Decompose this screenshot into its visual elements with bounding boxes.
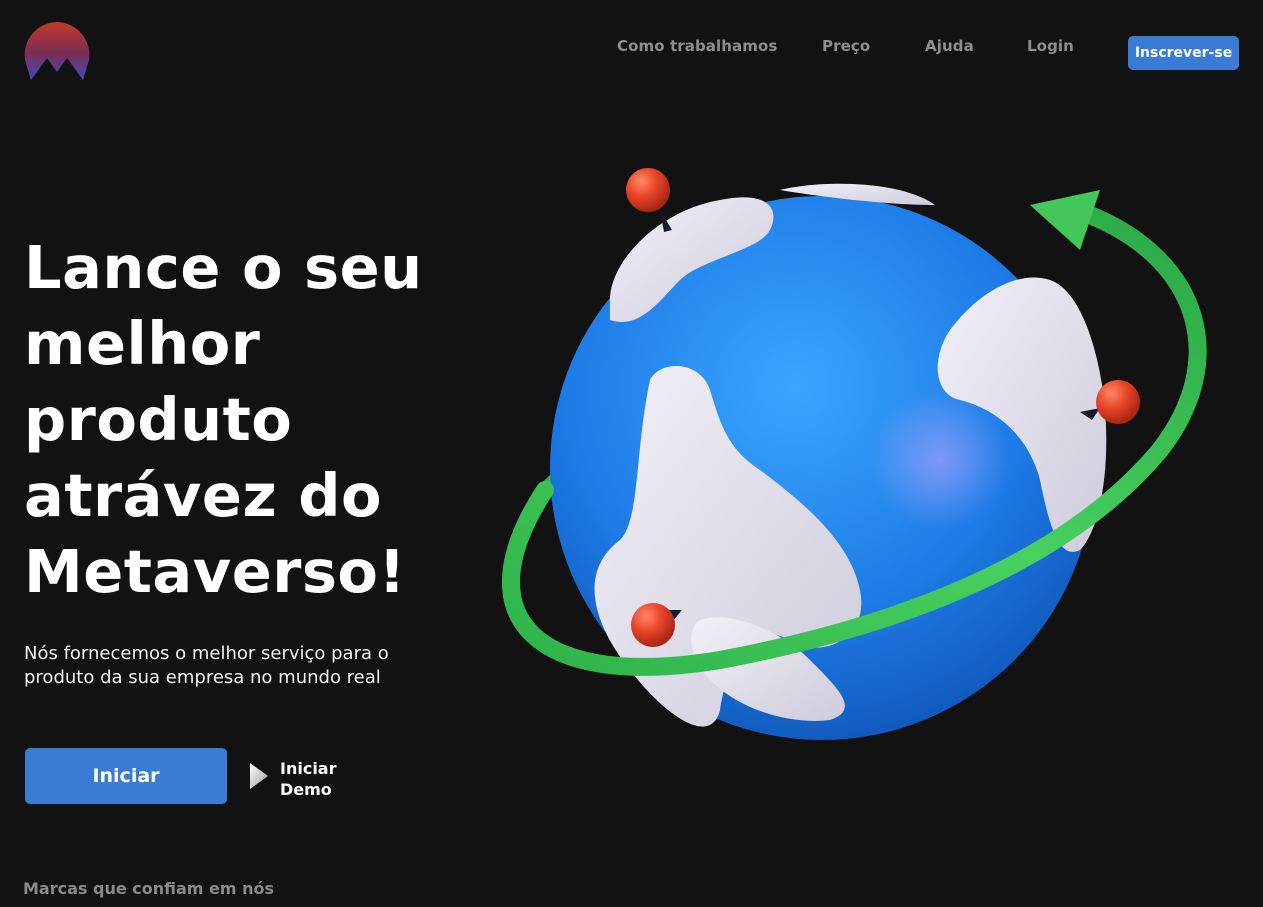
start-demo-label: Iniciar Demo <box>280 759 337 799</box>
nav-link-login[interactable]: Login <box>1027 36 1074 56</box>
globe-graphic <box>501 168 1207 740</box>
map-pin-top <box>626 168 672 232</box>
logo-graphic <box>24 22 90 80</box>
hero-subtitle: Nós fornecemos o melhor serviço para o p… <box>24 643 389 688</box>
nav-link-pricing[interactable]: Preço <box>822 36 870 56</box>
landing-page: Como trabalhamos Preço Ajuda Login Inscr… <box>0 0 1263 907</box>
play-icon <box>248 761 270 791</box>
nav-link-help[interactable]: Ajuda <box>925 36 974 56</box>
start-demo-link[interactable]: Iniciar Demo <box>248 758 358 800</box>
signup-button[interactable]: Inscrever-se <box>1128 36 1239 70</box>
hero-title: Lance o seu melhor produto atrávez do Me… <box>24 233 423 606</box>
globe-illustration <box>460 150 1220 760</box>
top-nav: Como trabalhamos Preço Ajuda Login Inscr… <box>600 36 1239 70</box>
mountain-logo-icon[interactable] <box>23 20 91 84</box>
nav-link-how-we-work[interactable]: Como trabalhamos <box>617 36 777 56</box>
brands-section-title: Marcas que confiam em nós <box>23 879 275 898</box>
start-button[interactable]: Iniciar <box>25 748 227 804</box>
orbit-arrow-head <box>1030 190 1100 250</box>
